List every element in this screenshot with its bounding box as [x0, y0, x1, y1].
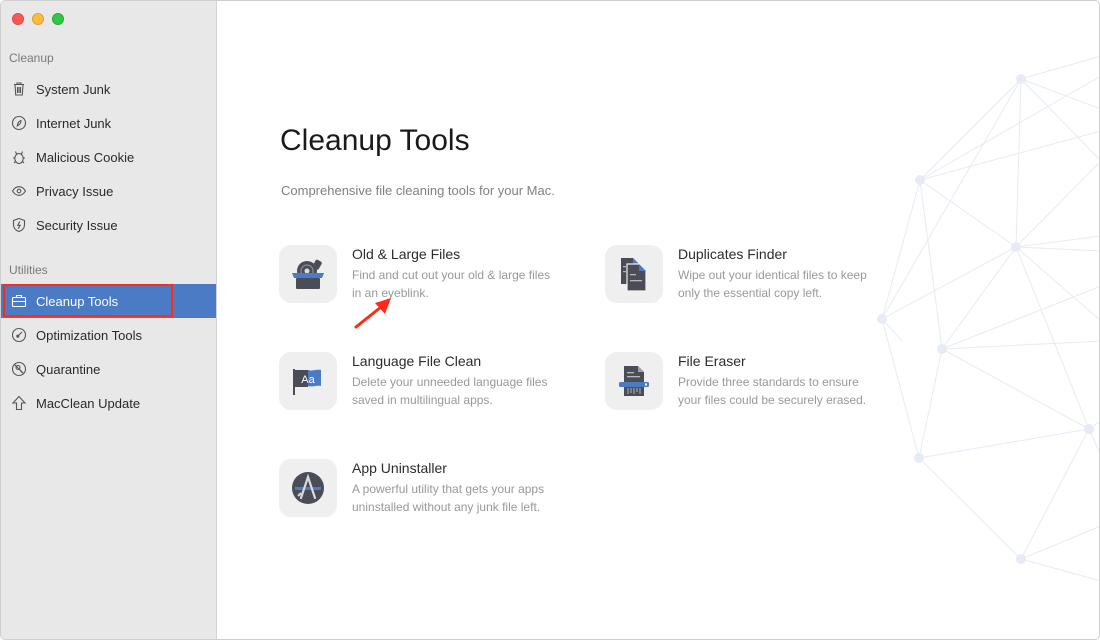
sidebar-item-label: Security Issue [36, 217, 118, 233]
app-window: Cleanup System Junk Internet Junk Malici… [0, 0, 1100, 640]
tool-description: Provide three standards to ensure your f… [678, 375, 867, 407]
tool-file-eraser[interactable]: File Eraser Provide three standards to e… [605, 352, 905, 410]
sidebar-item-security-issue[interactable]: Security Issue [1, 208, 216, 242]
duplicate-files-icon [605, 245, 663, 303]
toolbox-icon [10, 292, 28, 310]
sidebar-item-label: MacClean Update [36, 395, 141, 411]
sidebar-item-label: Privacy Issue [36, 183, 114, 199]
sidebar-item-label: Malicious Cookie [36, 149, 135, 165]
window-controls [12, 13, 64, 25]
minimize-window-button[interactable] [32, 13, 44, 25]
svg-text:Aa: Aa [301, 374, 315, 386]
tool-description: Delete your unneeded language files save… [352, 375, 548, 407]
sidebar-item-malicious-cookie[interactable]: Malicious Cookie [1, 140, 216, 174]
sidebar-item-cleanup-tools[interactable]: Cleanup Tools [1, 284, 216, 318]
page-title: Cleanup Tools [280, 124, 470, 157]
eye-icon [10, 182, 28, 200]
sidebar-item-optimization-tools[interactable]: Optimization Tools [1, 318, 216, 352]
sidebar-item-label: System Junk [36, 81, 111, 97]
maximize-window-button[interactable] [52, 13, 64, 25]
tool-name: Duplicates Finder [678, 246, 787, 262]
arrow-up-icon [10, 394, 28, 412]
sidebar-item-macclean-update[interactable]: MacClean Update [1, 386, 216, 420]
tool-language-file-clean[interactable]: Aa Language File Clean Delete your unnee… [279, 352, 579, 410]
network-background-decoration [877, 56, 1099, 581]
tool-name: File Eraser [678, 353, 746, 369]
sidebar-item-label: Optimization Tools [36, 327, 142, 343]
section-label-cleanup: Cleanup [9, 51, 54, 65]
compass-leaf-icon [10, 114, 28, 132]
sidebar-item-label: Internet Junk [36, 115, 112, 131]
quarantine-icon [10, 360, 28, 378]
close-window-button[interactable] [12, 13, 24, 25]
shredder-icon [605, 352, 663, 410]
gauge-icon [10, 326, 28, 344]
sidebar-item-label: Quarantine [36, 361, 101, 377]
tool-duplicates-finder[interactable]: Duplicates Finder Wipe out your identica… [605, 245, 905, 303]
bug-icon [10, 148, 28, 166]
section-label-utilities: Utilities [9, 263, 48, 277]
box-disc-icon [279, 245, 337, 303]
tool-name: Language File Clean [352, 353, 482, 369]
tool-description: A powerful utility that gets your apps u… [352, 482, 545, 514]
app-uninstall-icon [279, 459, 337, 517]
tool-app-uninstaller[interactable]: App Uninstaller A powerful utility that … [279, 459, 579, 517]
trash-icon [10, 80, 28, 98]
tool-name: App Uninstaller [352, 460, 447, 476]
tool-name: Old & Large Files [352, 246, 461, 262]
sidebar-item-internet-junk[interactable]: Internet Junk [1, 106, 216, 140]
tool-old-large-files[interactable]: Old & Large Files Find and cut out your … [279, 245, 579, 303]
sidebar-item-label: Cleanup Tools [36, 293, 119, 309]
page-subtitle: Comprehensive file cleaning tools for yo… [281, 183, 555, 198]
shield-icon [10, 216, 28, 234]
tool-description: Find and cut out your old & large files … [352, 268, 551, 300]
sidebar: Cleanup System Junk Internet Junk Malici… [1, 1, 217, 639]
main-content: Cleanup Tools Comprehensive file cleanin… [217, 1, 1099, 639]
sidebar-item-privacy-issue[interactable]: Privacy Issue [1, 174, 216, 208]
language-flag-icon: Aa [279, 352, 337, 410]
sidebar-item-system-junk[interactable]: System Junk [1, 72, 216, 106]
sidebar-item-quarantine[interactable]: Quarantine [1, 352, 216, 386]
tool-description: Wipe out your identical files to keep on… [678, 268, 867, 300]
